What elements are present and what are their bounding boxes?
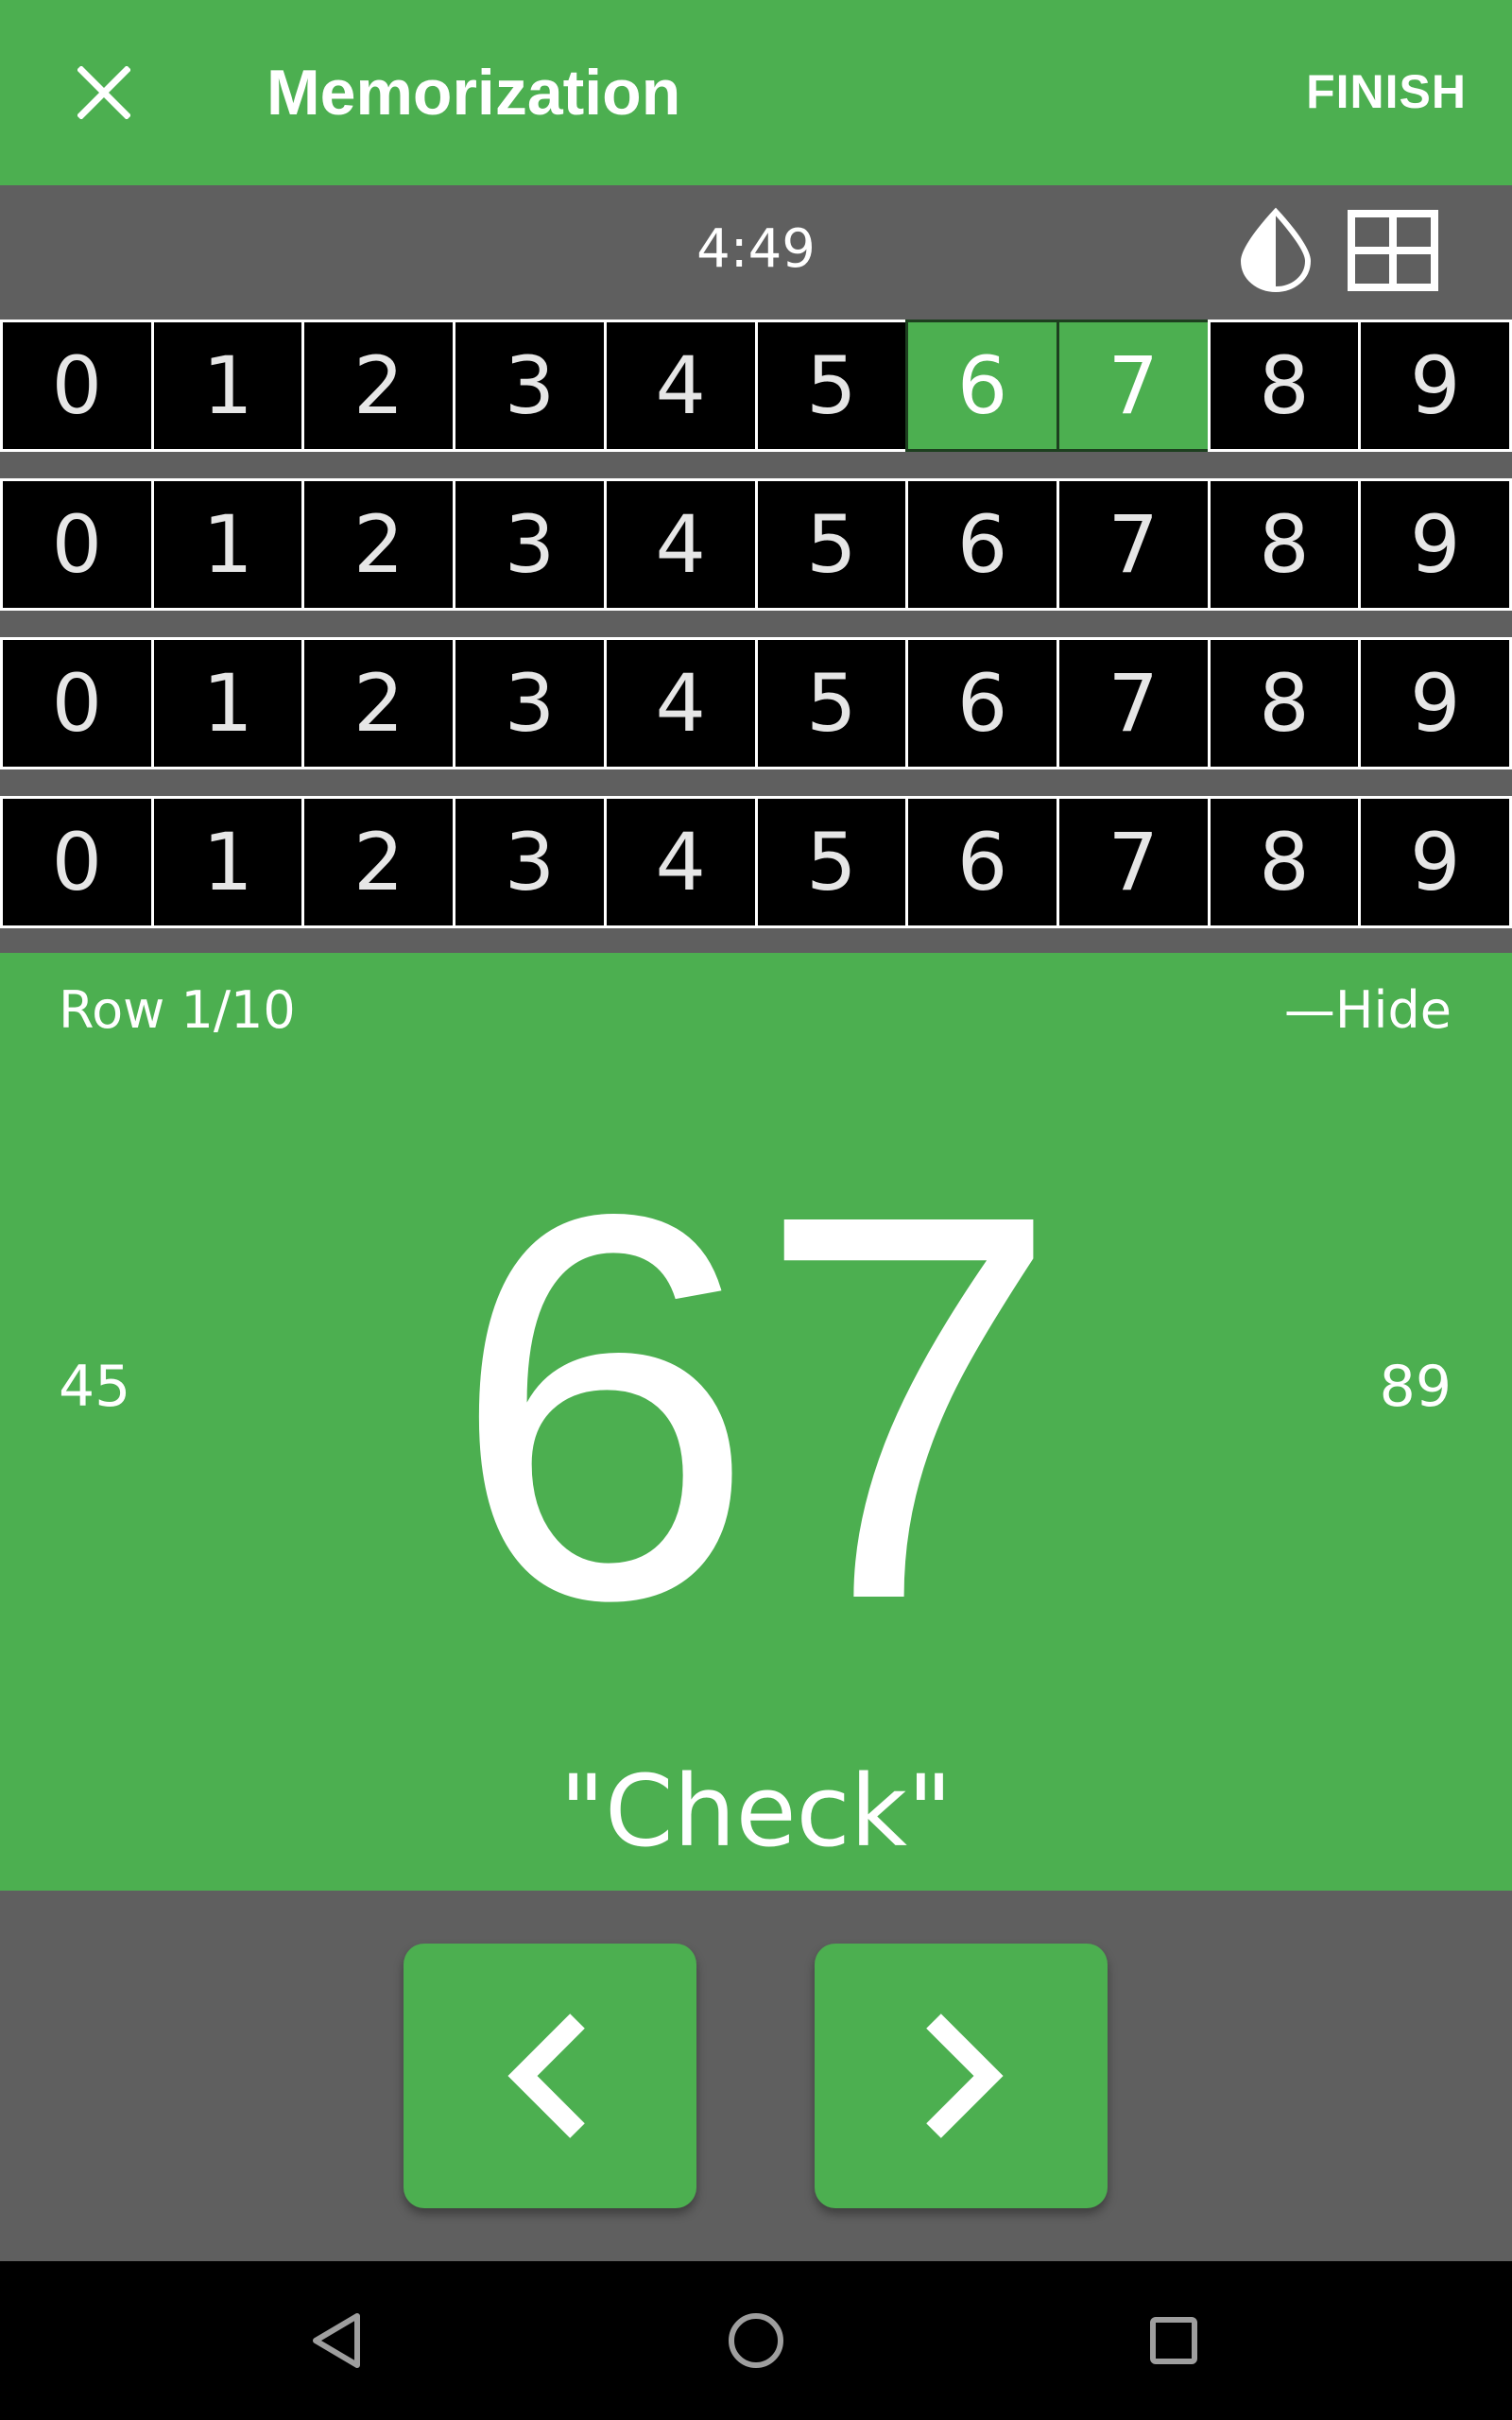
digit-cell[interactable]: 7	[1056, 637, 1211, 769]
digit-cell[interactable]: 5	[754, 637, 909, 769]
digit-cell[interactable]: 5	[754, 478, 909, 611]
digit-cell[interactable]: 8	[1207, 637, 1362, 769]
close-icon	[77, 66, 130, 119]
digit-cell[interactable]: 0	[0, 478, 154, 611]
system-home-button[interactable]	[709, 2293, 803, 2388]
digit-cell[interactable]: 8	[1207, 478, 1362, 611]
digit-cell[interactable]: 5	[754, 320, 909, 452]
system-back-button[interactable]	[291, 2293, 386, 2388]
digit-cell[interactable]: 6	[905, 320, 1059, 452]
next-pair: 89	[1379, 1354, 1452, 1420]
contrast-button[interactable]	[1232, 206, 1319, 293]
contrast-icon	[1240, 207, 1312, 293]
digit-cell[interactable]: 7	[1056, 796, 1211, 928]
digit-cell[interactable]: 4	[603, 478, 758, 611]
digit-cell[interactable]: 2	[301, 796, 456, 928]
digit-row: 0123456789	[0, 637, 1512, 769]
digit-cell[interactable]: 9	[1358, 478, 1512, 611]
digit-cell[interactable]: 2	[301, 478, 456, 611]
digit-cell[interactable]: 9	[1358, 796, 1512, 928]
digit-grid: 0123456789012345678901234567890123456789	[0, 316, 1512, 951]
memorization-panel: Row 1/10 —Hide 45 67 89 "Check"	[0, 953, 1512, 1891]
app-bar: Memorization FINISH	[0, 0, 1512, 185]
home-circle-icon	[729, 2313, 783, 2368]
digit-row: 0123456789	[0, 320, 1512, 452]
next-button[interactable]	[815, 1944, 1108, 2208]
system-navigation-bar	[0, 2261, 1512, 2420]
digit-row: 0123456789	[0, 478, 1512, 611]
timer-bar: 4:49	[0, 185, 1512, 316]
digit-cell[interactable]: 1	[150, 796, 305, 928]
digit-cell[interactable]: 3	[453, 320, 607, 452]
digit-cell[interactable]: 0	[0, 796, 154, 928]
finish-button[interactable]: FINISH	[1306, 59, 1467, 125]
mnemonic-word: "Check"	[559, 1754, 953, 1869]
digit-row: 0123456789	[0, 796, 1512, 928]
digit-cell[interactable]: 6	[905, 478, 1059, 611]
previous-button[interactable]	[404, 1944, 696, 2208]
system-recents-button[interactable]	[1126, 2293, 1221, 2388]
grid-icon	[1348, 210, 1438, 291]
digit-cell[interactable]: 7	[1056, 478, 1211, 611]
digit-cell[interactable]: 0	[0, 637, 154, 769]
page-title: Memorization	[266, 57, 681, 129]
digit-cell[interactable]: 3	[453, 796, 607, 928]
digit-cell[interactable]: 3	[453, 637, 607, 769]
digit-cell[interactable]: 5	[754, 796, 909, 928]
current-pair: 67	[451, 1100, 1061, 1713]
digit-cell[interactable]: 9	[1358, 320, 1512, 452]
digit-cell[interactable]: 1	[150, 478, 305, 611]
digit-cell[interactable]: 9	[1358, 637, 1512, 769]
grid-view-button[interactable]	[1348, 210, 1438, 291]
digit-cell[interactable]: 4	[603, 320, 758, 452]
digit-cell[interactable]: 8	[1207, 320, 1362, 452]
digit-cell[interactable]: 4	[603, 796, 758, 928]
digit-cell[interactable]: 4	[603, 637, 758, 769]
chevron-left-icon	[507, 2014, 585, 2138]
digit-cell[interactable]: 1	[150, 320, 305, 452]
close-button[interactable]	[57, 45, 151, 140]
digit-cell[interactable]: 6	[905, 796, 1059, 928]
digit-cell[interactable]: 2	[301, 637, 456, 769]
digit-cell[interactable]: 3	[453, 478, 607, 611]
digit-cell[interactable]: 2	[301, 320, 456, 452]
recents-square-icon	[1150, 2317, 1197, 2364]
row-indicator: Row 1/10	[59, 980, 296, 1040]
digit-cell[interactable]: 1	[150, 637, 305, 769]
back-triangle-icon	[313, 2313, 360, 2368]
chevron-right-icon	[926, 2014, 1004, 2138]
hide-toggle[interactable]: —Hide	[1284, 977, 1452, 1044]
digit-cell[interactable]: 7	[1056, 320, 1211, 452]
digit-cell[interactable]: 0	[0, 320, 154, 452]
navigation-controls	[0, 1891, 1512, 2261]
digit-cell[interactable]: 8	[1207, 796, 1362, 928]
digit-cell[interactable]: 6	[905, 637, 1059, 769]
